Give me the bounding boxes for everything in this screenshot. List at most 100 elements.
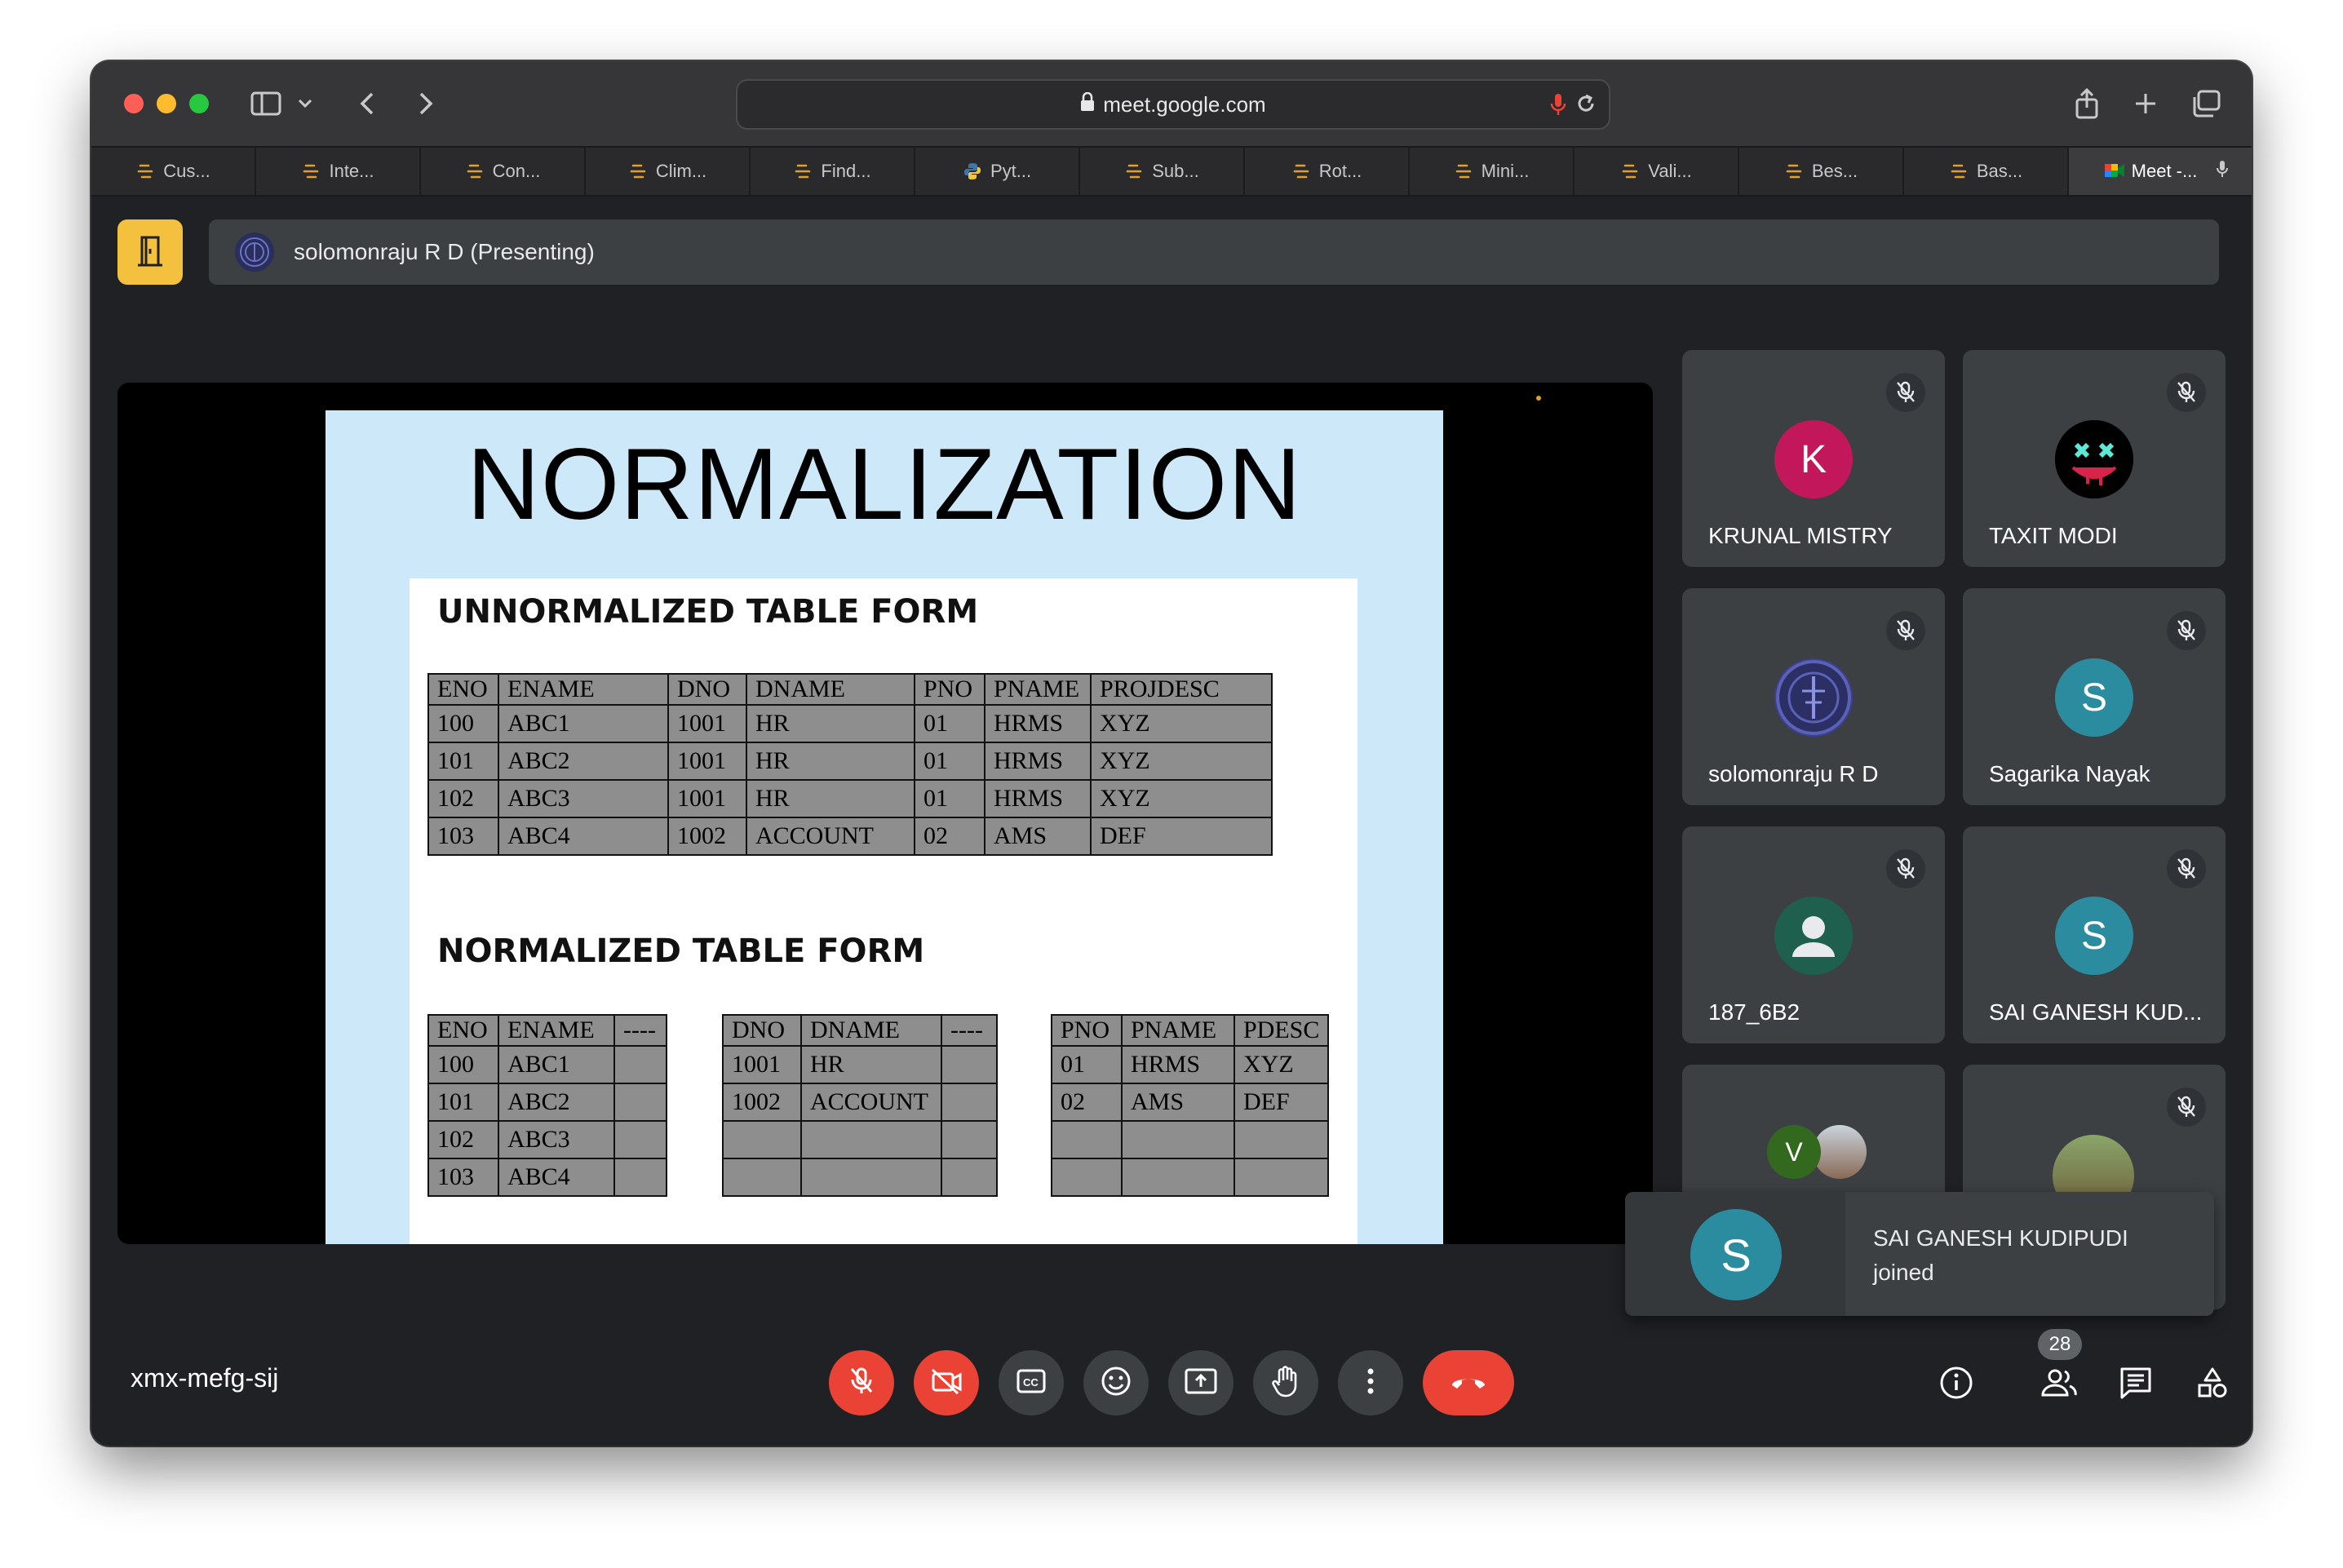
table-cell: 1002 [667,817,747,856]
table-cell: 01 [914,704,985,743]
table-cell: AMS [1121,1083,1235,1122]
table-cell: XYZ [1233,1045,1330,1084]
table-row: 102 ABC3 [427,1120,667,1159]
table-cell [941,1045,998,1084]
participant-name: Sagarika Nayak [1989,761,2150,786]
slide-content: UNNORMALIZED TABLE FORM ENO ENAME DNO DNAME… [410,578,1358,1244]
project-table: PNO PNAME PDESC 01 HRMS XYZ 02 AMS DEF [1051,1014,1330,1197]
camera-toggle-button[interactable] [914,1350,979,1415]
table-cell [1233,1120,1330,1159]
tab-6[interactable]: Pyt... [915,148,1080,195]
normalized-heading: NORMALIZED TABLE FORM [437,932,925,970]
table-row: 103 ABC4 1002 ACCOUNT 02 AMS DEF [427,817,1273,856]
table-cell: ABC1 [498,704,669,743]
leave-call-button[interactable] [1423,1350,1514,1415]
zoom-window-button[interactable] [189,94,209,113]
table-cell: ABC4 [498,817,669,856]
chat-icon[interactable] [2116,1363,2155,1402]
table-cell: 01 [914,742,985,781]
tab-3[interactable]: Con... [421,148,586,195]
shared-slide: NORMALIZATION UNNORMALIZED TABLE FORM EN… [326,410,1443,1244]
table-cell: ACCOUNT [800,1083,942,1122]
present-screen-button[interactable] [1168,1350,1234,1415]
table-cell: AMS [984,817,1092,856]
participant-name: SAI GANESH KUD... [1989,999,2203,1025]
browser-toolbar: meet.google.com [91,61,2252,146]
table-header-cell: ---- [941,1014,998,1047]
table-cell: HRMS [1121,1045,1235,1084]
table-cell [1121,1120,1235,1159]
people-icon[interactable] [2040,1363,2079,1402]
tab-4[interactable]: Clim... [586,148,751,195]
table-cell [722,1120,802,1159]
table-header-cell: DNO [722,1014,802,1047]
tab-label: Inte... [329,161,374,181]
hand-icon [1271,1365,1300,1402]
participant-tile[interactable]: TAXIT MODI [1963,350,2226,567]
participant-tile[interactable]: 187_6B2 [1682,826,1945,1043]
participant-avatar: S [2055,658,2133,737]
table-cell: XYZ [1090,779,1273,818]
share-icon[interactable] [2069,84,2105,123]
tab-13[interactable]: Meet -... [2069,148,2252,195]
tab-12[interactable]: Bas... [1904,148,2069,195]
table-header-cell: DNAME [800,1014,942,1047]
tab-label: Mini... [1481,161,1530,181]
participant-tile[interactable]: S Sagarika Nayak [1963,588,2226,805]
table-cell [613,1045,667,1084]
reload-icon[interactable] [1575,92,1597,121]
participant-name: TAXIT MODI [1989,523,2118,548]
table-cell: 103 [427,1158,499,1197]
table-header-cell: PDESC [1233,1014,1330,1047]
address-bar[interactable]: meet.google.com [736,79,1610,130]
sidebar-toggle-icon[interactable] [246,84,286,123]
flow-icon [135,162,155,181]
tab-8[interactable]: Rot... [1245,148,1410,195]
tab-7[interactable]: Sub... [1080,148,1245,195]
reactions-button[interactable] [1083,1350,1149,1415]
microphone-icon[interactable] [1550,92,1566,122]
table-row: 1001 HR [722,1045,998,1084]
tab-overview-icon[interactable] [2188,84,2224,123]
participant-name: 187_6B2 [1708,999,1800,1025]
muted-mic-icon [1886,373,1925,412]
tab-9[interactable]: Mini... [1410,148,1575,195]
more-options-button[interactable] [1338,1350,1403,1415]
minimize-window-button[interactable] [157,94,176,113]
participant-avatar: K [1774,420,1853,498]
table-cell: ABC3 [498,1120,615,1159]
chevron-down-icon[interactable] [294,84,317,123]
mic-off-icon [848,1366,875,1401]
table-cell: 1001 [667,779,747,818]
table-row [722,1120,998,1159]
table-cell [1233,1158,1330,1197]
meeting-details-icon[interactable] [1937,1363,1976,1402]
table-row: 101 ABC2 1001 HR 01 HRMS XYZ [427,742,1273,781]
raise-hand-button[interactable] [1253,1350,1318,1415]
back-icon[interactable] [351,84,383,123]
table-row: 02 AMS DEF [1051,1083,1330,1122]
tab-2[interactable]: Inte... [256,148,421,195]
tab-5[interactable]: Find... [751,148,915,195]
participant-tile[interactable]: solomonraju R D [1682,588,1945,805]
flow-icon [1454,162,1473,181]
table-cell: XYZ [1090,704,1273,743]
slide-title: NORMALIZATION [467,428,1302,541]
microphone-toggle-button[interactable] [829,1350,894,1415]
participant-tile[interactable]: S SAI GANESH KUD... [1963,826,2226,1043]
tab-1[interactable]: Cus... [91,148,256,195]
table-cell [613,1120,667,1159]
muted-mic-icon [2167,849,2206,888]
captions-button[interactable]: CC [999,1350,1064,1415]
new-tab-icon[interactable] [2128,84,2164,123]
close-window-button[interactable] [124,94,144,113]
host-controls-button[interactable] [117,219,183,285]
tab-10[interactable]: Vali... [1575,148,1739,195]
muted-mic-icon [2167,611,2206,650]
table-cell: 100 [427,1045,499,1084]
participant-tile[interactable]: K KRUNAL MISTRY [1682,350,1945,567]
forward-icon[interactable] [410,84,442,123]
table-cell [722,1158,802,1197]
activities-icon[interactable] [2193,1363,2232,1402]
tab-11[interactable]: Bes... [1739,148,1904,195]
